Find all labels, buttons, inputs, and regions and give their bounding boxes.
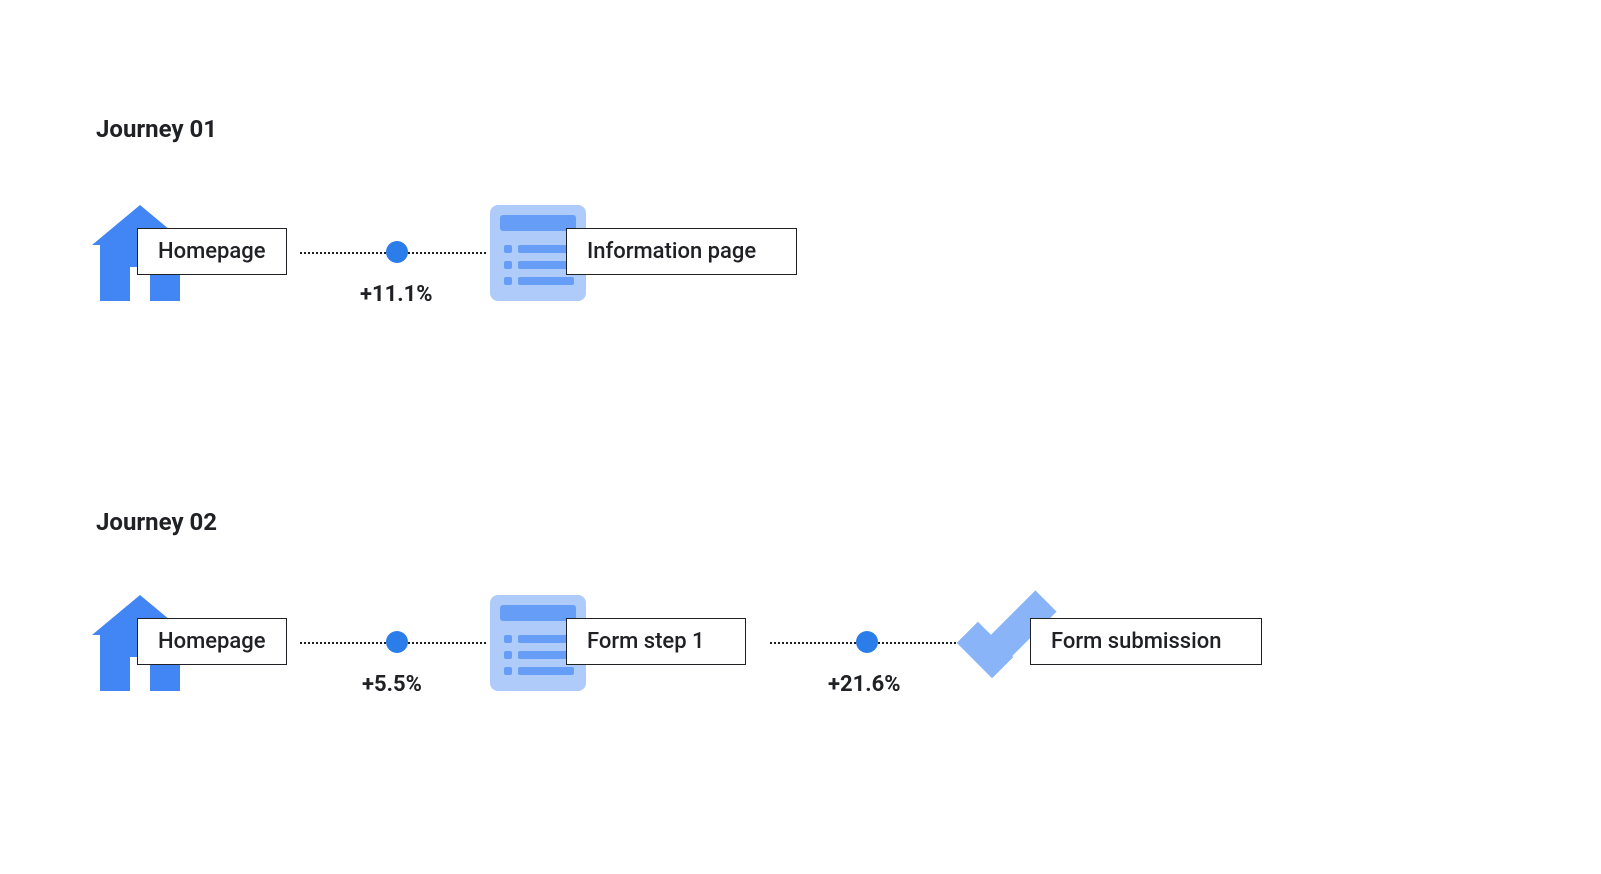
journey-title-2: Journey 02 <box>96 508 217 536</box>
journey2-node-1-label: Homepage <box>137 618 287 665</box>
journey2-connector-2-dot <box>856 631 878 653</box>
journey1-connector-1-value: +11.1% <box>360 282 433 307</box>
journey2-node-3-label: Form submission <box>1030 618 1262 665</box>
journey1-node-2-label: Information page <box>566 228 797 275</box>
journey2-connector-1-dot <box>386 631 408 653</box>
journey2-connector-1-value: +5.5% <box>362 672 422 697</box>
journey2-connector-2-value: +21.6% <box>828 672 901 697</box>
journey1-connector-1-dot <box>386 241 408 263</box>
journey-title-1: Journey 01 <box>96 115 217 143</box>
journey2-node-2-label: Form step 1 <box>566 618 746 665</box>
journey1-node-1-label: Homepage <box>137 228 287 275</box>
